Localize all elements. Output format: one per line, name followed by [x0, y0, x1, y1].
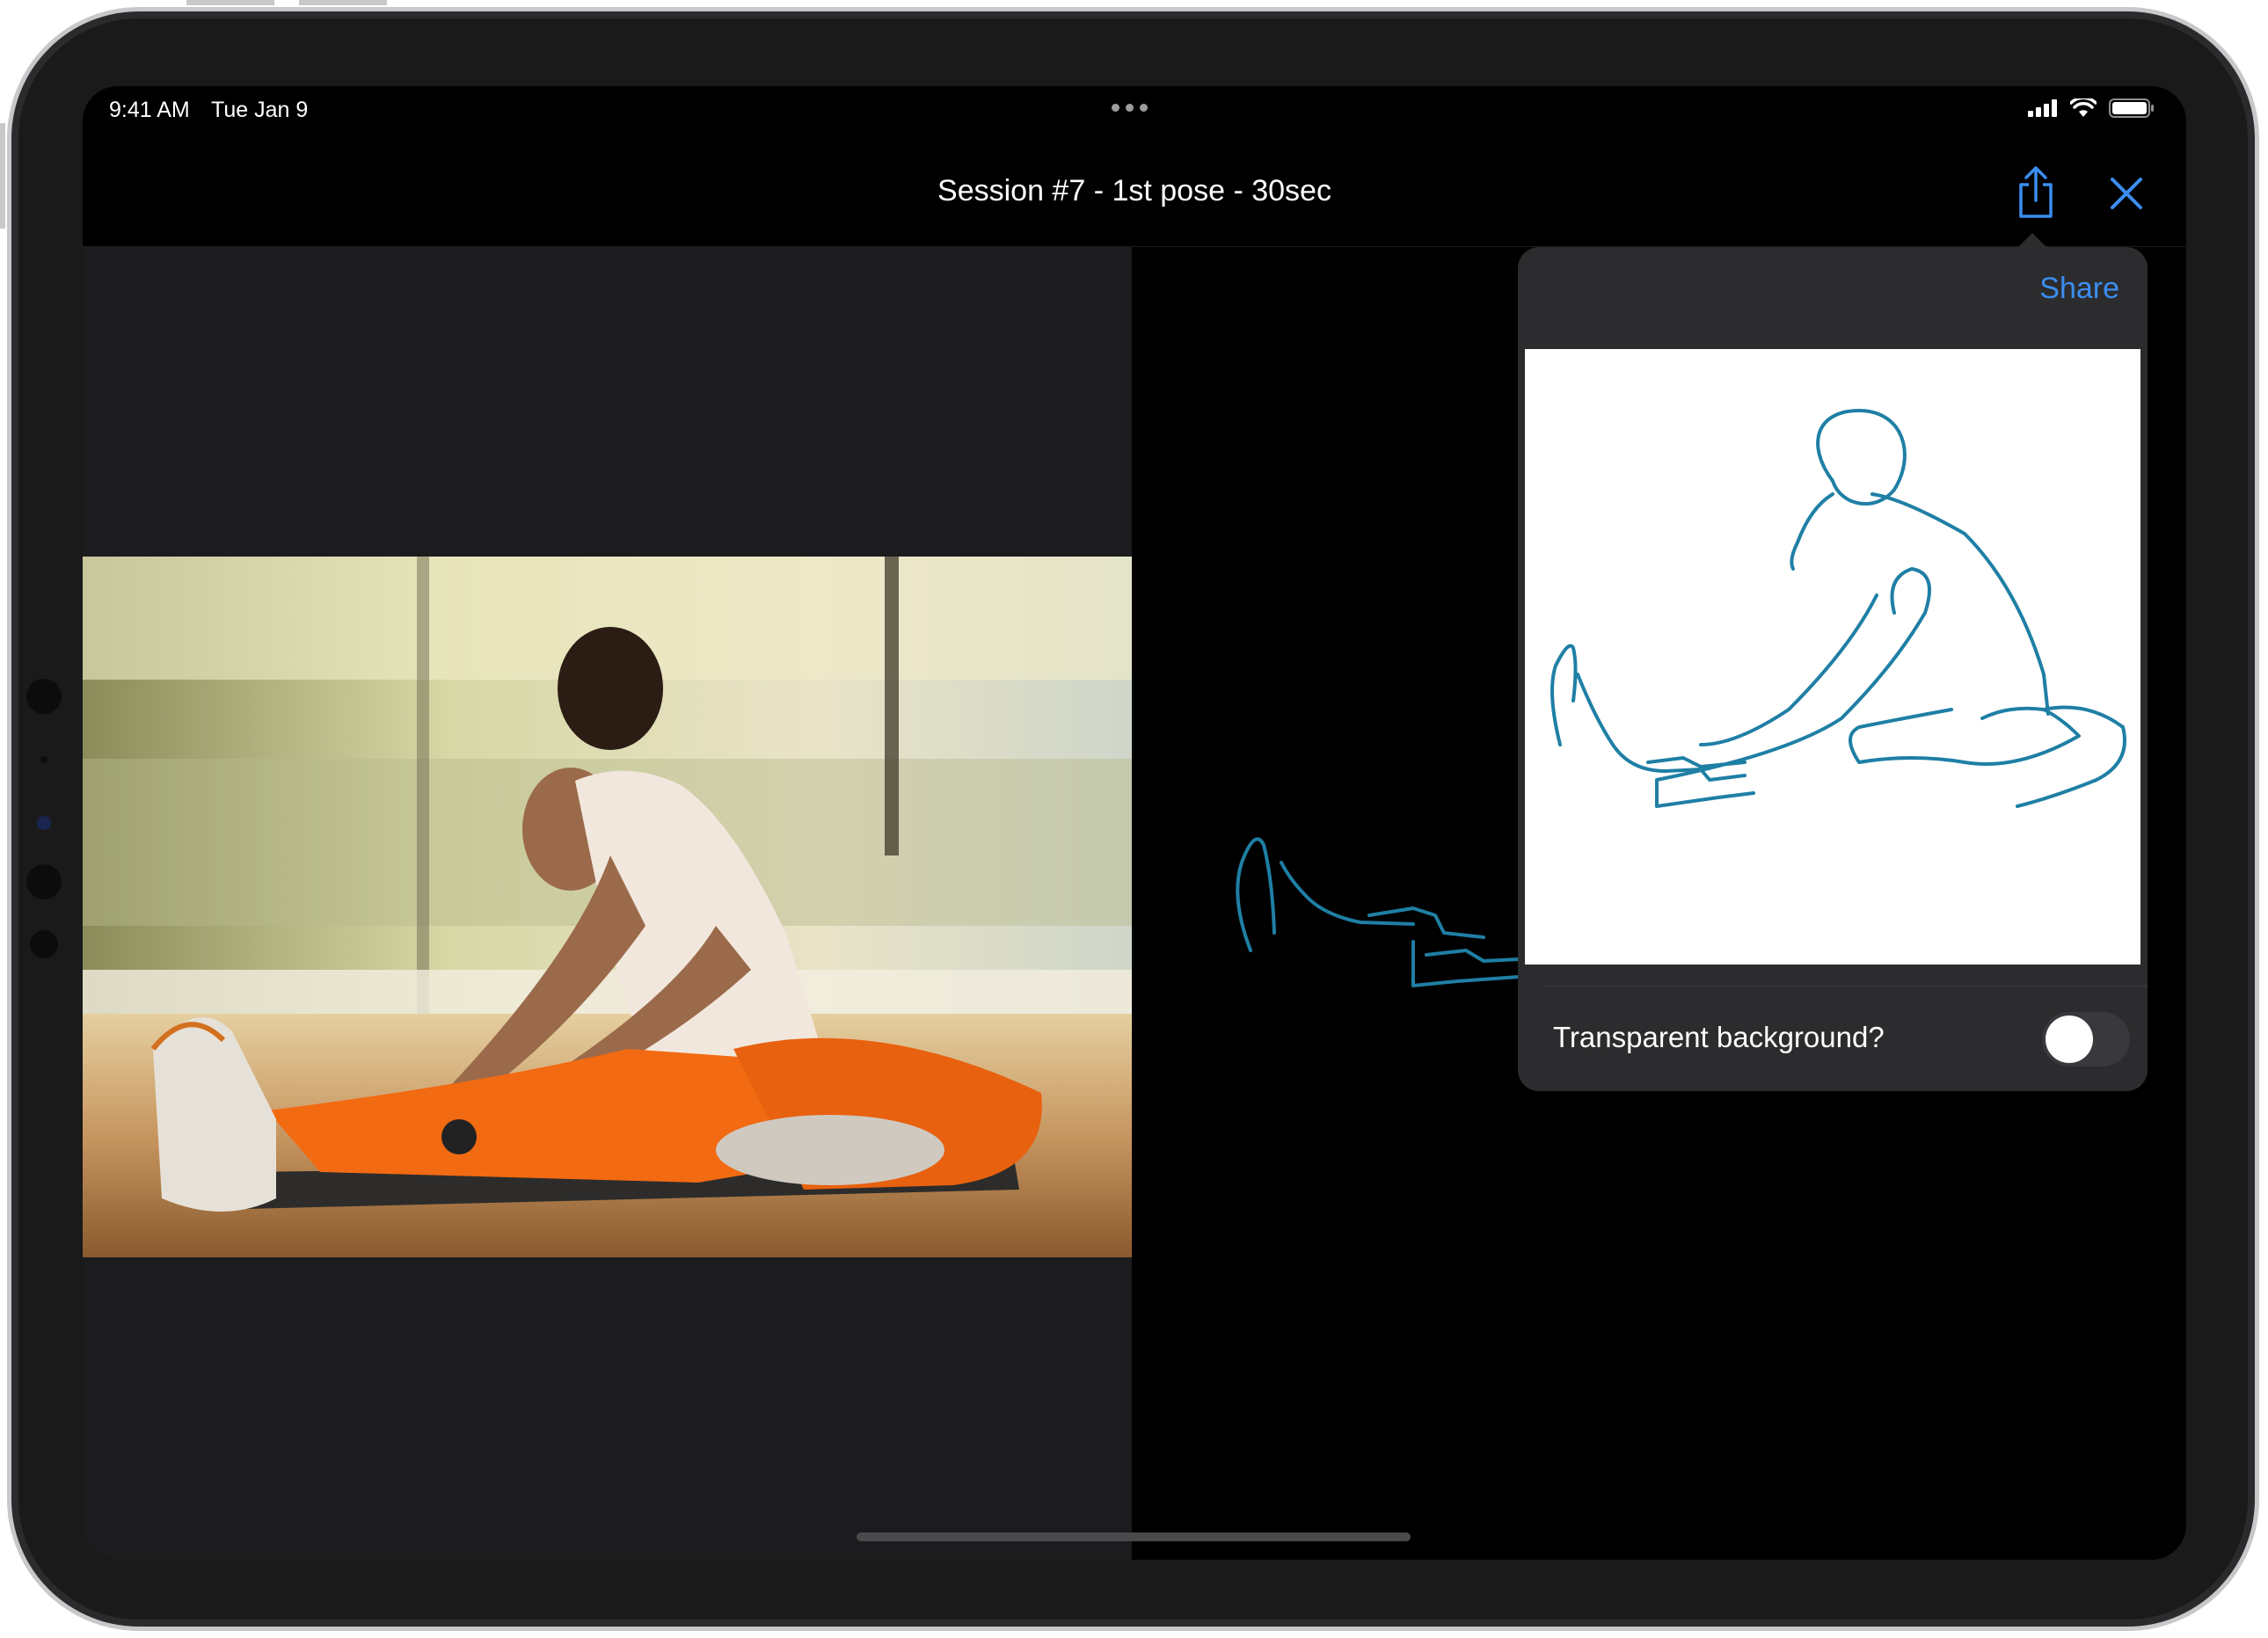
transparent-background-toggle[interactable] — [2042, 1012, 2130, 1067]
dot — [1112, 104, 1119, 112]
reference-photo — [83, 557, 1132, 1257]
share-button[interactable]: Share — [2039, 272, 2119, 306]
toggle-knob — [2046, 1016, 2093, 1063]
close-icon[interactable] — [2107, 174, 2146, 213]
cellular-signal-icon — [2028, 99, 2057, 117]
wifi-icon — [2070, 98, 2097, 117]
status-bar: 9:41 AM Tue Jan 9 — [83, 86, 2186, 148]
status-date: Tue Jan 9 — [211, 98, 309, 122]
status-indicators — [2028, 98, 2155, 118]
multitasking-menu[interactable] — [1112, 104, 1148, 112]
session-title: Session #7 - 1st pose - 30sec — [937, 174, 1331, 207]
sketch-preview-drawing — [1550, 409, 2126, 808]
navigation-bar: Session #7 - 1st pose - 30sec — [83, 148, 2186, 247]
sensor-dot-small — [30, 930, 58, 958]
top-button-left — [186, 0, 274, 5]
sensor-dot-large — [26, 864, 62, 899]
dot — [1140, 104, 1148, 112]
sketch-preview — [1525, 349, 2140, 965]
status-time: 9:41 AM — [109, 98, 190, 122]
top-button-right — [299, 0, 387, 5]
transparent-background-label: Transparent background? — [1553, 1021, 1885, 1053]
side-button — [0, 123, 5, 229]
battery-icon — [2109, 98, 2154, 118]
sensor-dot — [40, 756, 47, 763]
home-indicator[interactable] — [857, 1532, 1411, 1541]
front-camera — [37, 816, 51, 830]
screen: 9:41 AM Tue Jan 9 Session #7 - 1st pose … — [83, 86, 2186, 1560]
dot — [1126, 104, 1134, 112]
camera-dot — [26, 679, 62, 714]
share-icon[interactable] — [2014, 165, 2058, 220]
share-popover: Share Transparent background? — [1518, 247, 2148, 1091]
reference-pane — [83, 247, 1132, 1560]
